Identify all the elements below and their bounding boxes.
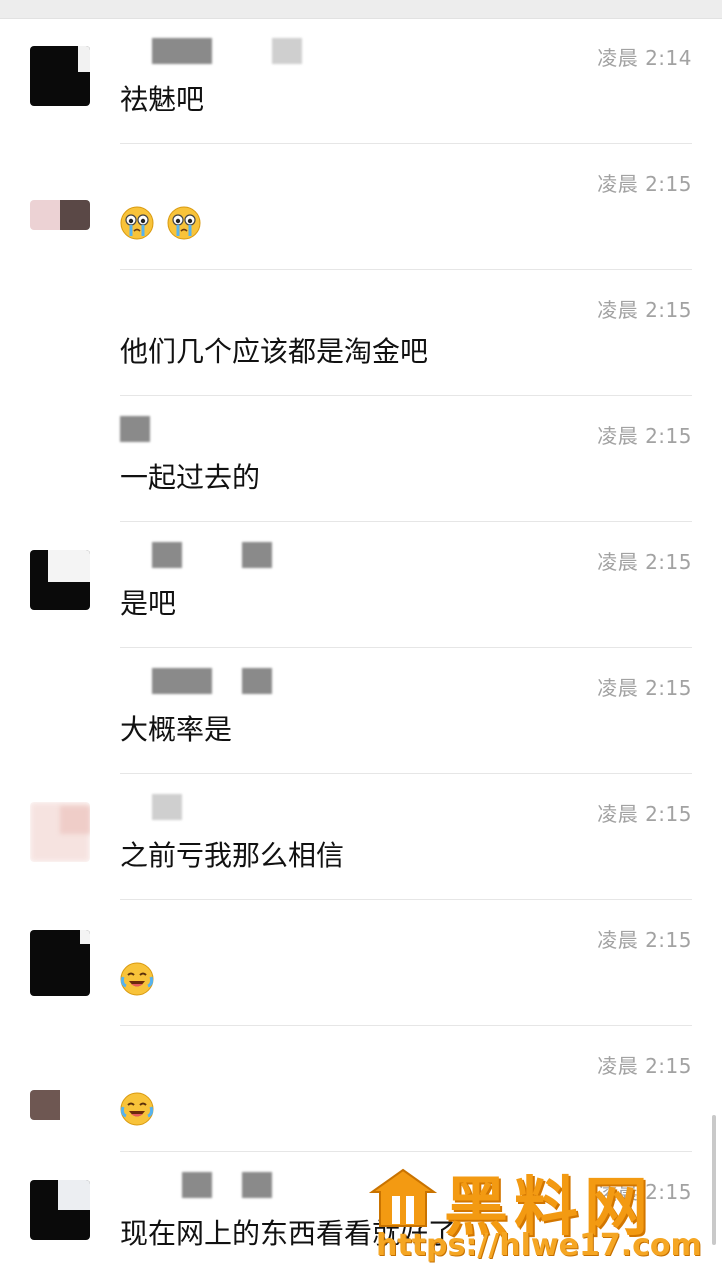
message-row[interactable]: 凌晨 2:15 大概率是 (0, 648, 722, 774)
laugh-cry-emoji-icon (120, 1092, 154, 1133)
message-row[interactable]: 凌晨 2:15 他们几个应该都是淘金吧 (0, 270, 722, 396)
message-row[interactable]: 凌晨 2:15 一起过去的 (0, 396, 722, 522)
avatar[interactable] (30, 930, 90, 996)
message-text: 是吧 (120, 587, 177, 620)
watermark-logo-icon (368, 1166, 438, 1230)
message-emoji (120, 962, 158, 1003)
laugh-cry-emoji-icon (120, 962, 154, 1003)
avatar[interactable] (30, 1180, 90, 1240)
message-time: 凌晨 2:15 (597, 298, 692, 322)
message-row[interactable]: 凌晨 2:15 是吧 (0, 522, 722, 648)
message-time: 凌晨 2:15 (597, 928, 692, 952)
message-row[interactable]: 凌晨 2:15 (0, 1026, 722, 1152)
watermark-url: https://hlwe17.com (376, 1228, 702, 1263)
message-row[interactable]: 凌晨 2:14 祛魅吧 (0, 18, 722, 144)
message-text: 大概率是 (120, 713, 233, 746)
avatar[interactable] (30, 46, 90, 106)
message-time: 凌晨 2:15 (597, 172, 692, 196)
crying-emoji-icon (120, 206, 154, 247)
message-time: 凌晨 2:15 (597, 424, 692, 448)
top-bar (0, 0, 722, 19)
avatar[interactable] (30, 200, 90, 230)
watermark: 黑料网 https://hlwe17.com (368, 1160, 708, 1270)
message-emoji (120, 206, 205, 247)
avatar[interactable] (30, 1090, 90, 1120)
message-time: 凌晨 2:15 (597, 1054, 692, 1078)
message-row[interactable]: 凌晨 2:15 之前亏我那么相信 (0, 774, 722, 900)
message-text: 一起过去的 (120, 461, 261, 494)
message-text: 祛魅吧 (120, 83, 205, 116)
crying-emoji-icon (167, 206, 201, 247)
message-row[interactable]: 凌晨 2:15 (0, 900, 722, 1026)
avatar[interactable] (30, 550, 90, 610)
message-time: 凌晨 2:15 (597, 550, 692, 574)
message-row[interactable]: 凌晨 2:15 (0, 144, 722, 270)
message-time: 凌晨 2:15 (597, 676, 692, 700)
message-list[interactable]: 凌晨 2:14 祛魅吧 凌晨 2:15 凌晨 2:15 他们几个应该都是淘金吧 … (0, 18, 722, 1278)
message-time: 凌晨 2:15 (597, 802, 692, 826)
message-text: 之前亏我那么相信 (120, 839, 345, 872)
message-text: 他们几个应该都是淘金吧 (120, 335, 429, 368)
scrollbar[interactable] (712, 1115, 716, 1245)
avatar[interactable] (30, 802, 90, 862)
message-emoji (120, 1092, 158, 1133)
message-time: 凌晨 2:14 (597, 46, 692, 70)
